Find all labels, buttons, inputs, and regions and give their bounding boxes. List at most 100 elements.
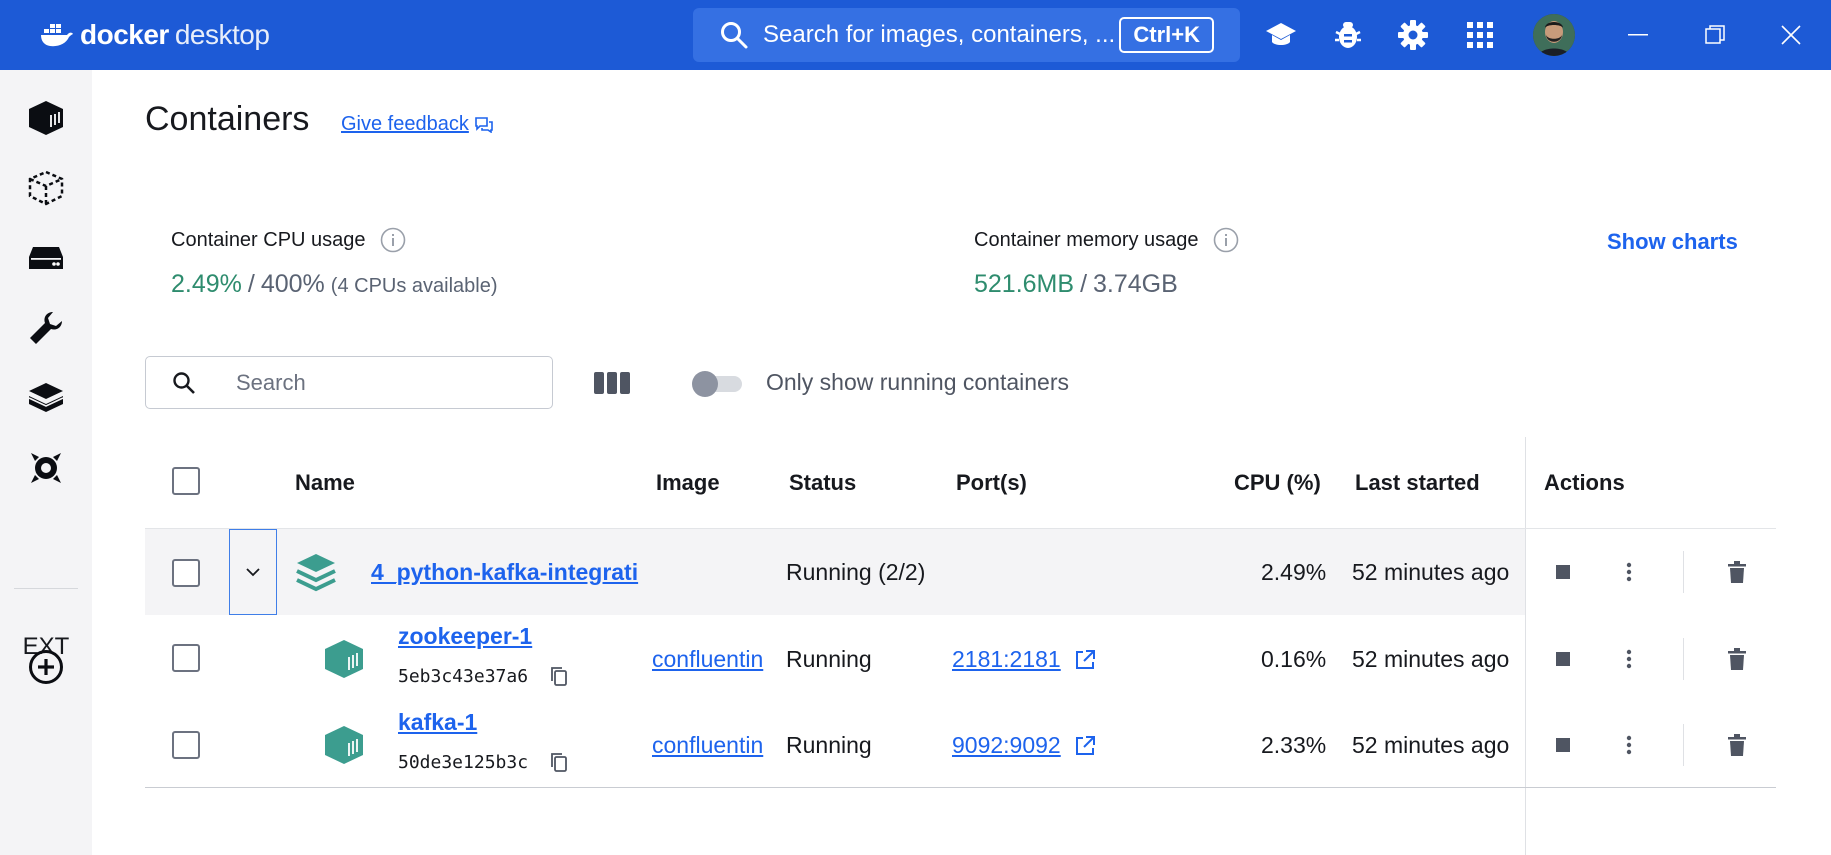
- memory-total: 3.74GB: [1093, 270, 1178, 298]
- extensions-grid-icon[interactable]: [1462, 17, 1498, 53]
- port-link[interactable]: 2181:2181: [952, 646, 1061, 673]
- container-last-started: 52 minutes ago: [1352, 646, 1510, 672]
- container-name-link[interactable]: kafka-1: [398, 709, 477, 736]
- external-link-icon[interactable]: [1075, 736, 1095, 756]
- container-cpu: 0.16%: [1261, 646, 1327, 672]
- delete-trash-icon[interactable]: [1725, 647, 1749, 671]
- info-icon[interactable]: [380, 227, 406, 253]
- memory-usage-value: 521.6MB / 3.74GB: [974, 270, 1178, 299]
- info-icon[interactable]: [1213, 227, 1239, 253]
- container-last-started: 52 minutes ago: [1352, 732, 1510, 758]
- action-divider: [1683, 724, 1684, 766]
- restore-window-icon[interactable]: [1697, 17, 1733, 53]
- containers-icon[interactable]: [24, 96, 68, 140]
- show-charts-button[interactable]: Show charts: [1607, 229, 1738, 255]
- settings-gear-icon[interactable]: [1395, 17, 1431, 53]
- container-cpu: 2.33%: [1261, 732, 1327, 758]
- container-icon: [325, 726, 363, 764]
- group-status: Running (2/2): [786, 559, 926, 585]
- learning-center-icon[interactable]: [1263, 17, 1299, 53]
- action-divider: [1683, 638, 1684, 680]
- column-header-status[interactable]: Status: [789, 470, 856, 496]
- container-search-input[interactable]: Search: [145, 356, 553, 409]
- column-header-actions: Actions: [1544, 470, 1625, 495]
- brand-bold: docker: [80, 19, 169, 50]
- port-link[interactable]: 9092:9092: [952, 732, 1061, 759]
- container-icon: [325, 640, 363, 678]
- docker-hub-icon[interactable]: [24, 376, 68, 420]
- volumes-icon[interactable]: [24, 236, 68, 280]
- container-search-placeholder: Search: [236, 369, 306, 395]
- stop-icon[interactable]: [1551, 647, 1575, 671]
- builds-wrench-icon[interactable]: [24, 306, 68, 350]
- select-all-checkbox[interactable]: [172, 467, 200, 495]
- column-header-last-started[interactable]: Last started: [1355, 470, 1480, 496]
- images-icon[interactable]: [24, 166, 68, 210]
- column-header-ports[interactable]: Port(s): [956, 470, 1027, 496]
- image-link[interactable]: confluentin: [652, 646, 774, 673]
- memory-usage-label: Container memory usage: [974, 227, 1239, 253]
- table-bottom-border: [145, 787, 1776, 788]
- cpu-total: 400%: [260, 270, 325, 298]
- group-name-link[interactable]: 4_python-kafka-integrati: [371, 559, 639, 586]
- row-checkbox[interactable]: [172, 644, 200, 672]
- image-link[interactable]: confluentin: [652, 732, 774, 759]
- column-settings-icon[interactable]: [594, 370, 630, 396]
- column-header-cpu[interactable]: CPU (%): [1234, 470, 1321, 496]
- delete-trash-icon[interactable]: [1725, 733, 1749, 757]
- compose-stack-icon: [296, 554, 336, 592]
- running-only-label: Only show running containers: [766, 369, 1069, 395]
- chevron-down-icon: [246, 567, 260, 576]
- give-feedback-link[interactable]: Give feedback: [341, 113, 493, 136]
- user-avatar[interactable]: [1533, 14, 1575, 56]
- cpu-usage-label-text: Container CPU usage: [171, 228, 366, 251]
- brand-light: desktop: [174, 19, 270, 50]
- troubleshoot-bug-icon[interactable]: [1330, 17, 1366, 53]
- expand-group-button[interactable]: [229, 529, 277, 615]
- cpu-used: 2.49%: [171, 270, 242, 298]
- add-extension-icon[interactable]: [24, 645, 68, 689]
- search-shortcut-badge: Ctrl+K: [1119, 17, 1214, 53]
- page-title: Containers: [145, 100, 310, 138]
- cpu-available-note: (4 CPUs available): [330, 275, 498, 297]
- feedback-chat-icon: [475, 116, 493, 133]
- copy-icon[interactable]: [551, 753, 567, 772]
- container-id: 50de3e125b3c: [398, 752, 529, 773]
- cpu-usage-value: 2.49% / 400% (4 CPUs available): [171, 270, 498, 299]
- more-options-icon[interactable]: [1617, 560, 1641, 584]
- row-checkbox[interactable]: [172, 731, 200, 759]
- search-icon: [173, 371, 195, 394]
- external-link-icon[interactable]: [1075, 650, 1095, 670]
- group-cpu: 2.49%: [1261, 559, 1327, 585]
- container-name-link[interactable]: zookeeper-1: [398, 623, 532, 650]
- close-window-icon[interactable]: [1773, 17, 1809, 53]
- running-only-toggle[interactable]: [692, 371, 742, 397]
- copy-icon[interactable]: [551, 667, 567, 686]
- docker-scout-icon[interactable]: [24, 446, 68, 490]
- give-feedback-label: Give feedback: [341, 113, 469, 135]
- toggle-knob: [692, 371, 718, 397]
- actions-column: [1525, 437, 1776, 855]
- stop-icon[interactable]: [1551, 560, 1575, 584]
- search-icon: [721, 22, 748, 49]
- row-checkbox[interactable]: [172, 559, 200, 587]
- action-divider: [1683, 551, 1684, 593]
- group-last-started: 52 minutes ago: [1352, 559, 1510, 585]
- column-header-image[interactable]: Image: [656, 470, 720, 496]
- memory-separator: /: [1080, 270, 1088, 298]
- more-options-icon[interactable]: [1617, 647, 1641, 671]
- delete-trash-icon[interactable]: [1725, 560, 1749, 584]
- minimize-window-icon[interactable]: [1620, 17, 1656, 53]
- container-status: Running: [786, 646, 872, 672]
- stop-icon[interactable]: [1551, 733, 1575, 757]
- sidebar-divider: [14, 588, 78, 589]
- title-bar: docker desktop Search for images, contai…: [0, 0, 1831, 70]
- sidebar: EXT: [0, 70, 92, 855]
- cpu-usage-label: Container CPU usage: [171, 227, 406, 253]
- global-search[interactable]: Search for images, containers, ... Ctrl+…: [693, 8, 1240, 62]
- global-search-placeholder: Search for images, containers, ...: [763, 21, 1116, 48]
- more-options-icon[interactable]: [1617, 733, 1641, 757]
- column-header-name[interactable]: Name: [295, 470, 355, 496]
- cpu-separator: /: [247, 270, 255, 298]
- memory-usage-label-text: Container memory usage: [974, 228, 1199, 251]
